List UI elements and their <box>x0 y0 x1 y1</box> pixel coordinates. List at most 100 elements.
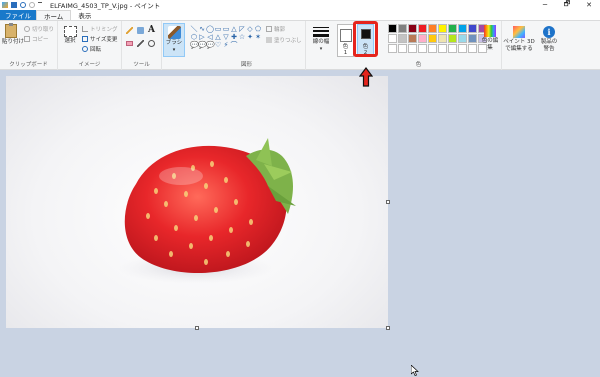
shape-item[interactable]: ◸ <box>238 25 246 33</box>
palette-swatch[interactable] <box>418 24 427 33</box>
shape-item[interactable]: ▭ <box>214 25 222 33</box>
product-alert-button[interactable]: i 製品の 警告 <box>536 26 562 53</box>
shape-item[interactable] <box>246 41 254 49</box>
shape-item[interactable]: ☆ <box>238 33 246 41</box>
select-button[interactable]: 選択 <box>61 26 79 45</box>
window-title: ELFAIMG_4503_TP_V.jpg - ペイント <box>50 2 161 10</box>
select-label: 選択 <box>64 38 76 44</box>
brush-button[interactable]: ブラシ ▾ <box>163 23 185 57</box>
palette-swatch[interactable] <box>428 44 437 53</box>
resize-button[interactable]: サイズ変更 <box>82 35 117 43</box>
shape-item[interactable]: ◯ <box>206 25 214 33</box>
save-icon[interactable] <box>11 2 17 8</box>
palette-swatch[interactable] <box>398 24 407 33</box>
shape-item[interactable] <box>254 41 262 49</box>
maximize-button[interactable]: 🗗 <box>556 0 578 10</box>
shape-item[interactable]: △ <box>230 25 238 33</box>
shape-item[interactable]: ⌒ <box>230 41 238 49</box>
palette-swatch[interactable] <box>418 44 427 53</box>
close-button[interactable]: ✕ <box>578 0 600 10</box>
palette-swatch[interactable] <box>438 34 447 43</box>
shape-item[interactable]: ⬡ <box>190 33 198 41</box>
shape-item[interactable]: ✦ <box>246 33 254 41</box>
shape-item[interactable] <box>238 41 246 49</box>
shape-item[interactable]: ◁ <box>206 33 214 41</box>
drawing-canvas[interactable] <box>6 76 390 330</box>
palette-swatch[interactable] <box>398 34 407 43</box>
shape-item[interactable]: ♡ <box>214 41 222 49</box>
palette-swatch[interactable] <box>468 34 477 43</box>
palette-swatch[interactable] <box>458 34 467 43</box>
fill-button[interactable]: 塗りつぶし <box>266 36 302 44</box>
shape-item[interactable]: △ <box>214 33 222 41</box>
canvas-resize-handle-corner[interactable] <box>386 326 390 330</box>
shapes-gallery[interactable]: ＼ ∿ ◯ ▭ ▭ △ ◸ ◇ ⬠ ⬡ ▷ ◁ △ ▽ ✚ ☆ ✦ ✶ 💬 💬 💬 ♡ ⚡ ⌒ <box>190 25 262 51</box>
title-bar: ELFAIMG_4503_TP_V.jpg - ペイント ─ 🗗 ✕ <box>0 0 600 10</box>
eraser-icon[interactable] <box>126 41 133 46</box>
palette-swatch[interactable] <box>408 24 417 33</box>
edit-colors-button[interactable]: 色の編集 <box>480 25 500 52</box>
palette-swatch[interactable] <box>408 44 417 53</box>
shape-item[interactable]: ⬠ <box>254 25 262 33</box>
canvas-resize-handle-bottom[interactable] <box>195 326 199 330</box>
shape-item[interactable]: ✶ <box>254 33 262 41</box>
shape-item[interactable]: ▭ <box>222 25 230 33</box>
shape-item[interactable]: ＼ <box>190 25 198 33</box>
color1-button[interactable]: 色 1 <box>337 24 354 57</box>
palette-swatch[interactable] <box>388 24 397 33</box>
palette-swatch[interactable] <box>388 44 397 53</box>
palette-swatch[interactable] <box>448 34 457 43</box>
outline-label: 輪郭 <box>274 27 286 33</box>
palette-swatch[interactable] <box>428 24 437 33</box>
undo-icon[interactable] <box>20 2 26 8</box>
copy-button[interactable]: コピー <box>24 35 49 43</box>
customize-quick-access-icon[interactable] <box>38 2 42 8</box>
size-button[interactable]: 線の幅 ▾ <box>307 25 335 52</box>
tab-home[interactable]: ホーム <box>36 10 72 21</box>
paste-button[interactable]: 貼り付け <box>2 23 24 46</box>
outline-button[interactable]: 輪郭 <box>266 25 285 33</box>
shape-item[interactable]: ⚡ <box>222 41 230 49</box>
shape-item[interactable]: 💬 <box>206 41 215 49</box>
magnifier-icon[interactable] <box>148 40 155 47</box>
shapes-group: ＼ ∿ ◯ ▭ ▭ △ ◸ ◇ ⬠ ⬡ ▷ ◁ △ ▽ ✚ ☆ ✦ ✶ 💬 💬 💬 ♡ ⚡ ⌒ 輪郭 塗りつぶし 図形 <box>188 21 306 70</box>
tab-view[interactable]: 表示 <box>71 10 98 20</box>
shape-item[interactable]: ◇ <box>246 25 254 33</box>
tab-file[interactable]: ファイル <box>0 10 36 20</box>
palette-swatch[interactable] <box>458 44 467 53</box>
paint-app-icon[interactable] <box>2 2 8 8</box>
palette-swatch[interactable] <box>418 34 427 43</box>
palette-swatch[interactable] <box>428 34 437 43</box>
mouse-cursor-icon <box>411 365 419 376</box>
shape-item[interactable]: ▷ <box>198 33 206 41</box>
color-picker-icon[interactable] <box>137 40 144 47</box>
red-arrow-up-icon <box>359 67 373 87</box>
edit-with-paint3d-button[interactable]: ペイント 3D で編集する <box>502 26 536 53</box>
pencil-icon[interactable] <box>126 27 133 34</box>
palette-swatch[interactable] <box>438 24 447 33</box>
palette-swatch[interactable] <box>458 24 467 33</box>
palette-swatch[interactable] <box>448 24 457 33</box>
shape-item[interactable]: ▽ <box>222 33 230 41</box>
tools-group: A ツール <box>122 21 162 70</box>
palette-swatch[interactable] <box>398 44 407 53</box>
redo-icon[interactable] <box>29 2 35 8</box>
canvas-resize-handle-right[interactable] <box>386 200 390 204</box>
minimize-button[interactable]: ─ <box>534 0 556 10</box>
palette-swatch[interactable] <box>468 24 477 33</box>
palette-swatch[interactable] <box>408 34 417 43</box>
fill-bucket-icon[interactable] <box>137 27 144 34</box>
shape-item[interactable]: ∿ <box>198 25 206 33</box>
rotate-button[interactable]: 回転 <box>82 45 101 53</box>
palette-swatch[interactable] <box>388 34 397 43</box>
palette-swatch[interactable] <box>468 44 477 53</box>
cut-button[interactable]: 切り取り <box>24 25 54 33</box>
shape-item[interactable]: 💬 <box>198 41 207 49</box>
shape-item[interactable]: ✚ <box>230 33 238 41</box>
crop-button[interactable]: トリミング <box>82 25 118 33</box>
shape-item[interactable]: 💬 <box>190 41 199 49</box>
text-tool-icon[interactable]: A <box>148 25 155 35</box>
brush-label: ブラシ <box>165 40 183 46</box>
palette-swatch[interactable] <box>438 44 447 53</box>
palette-swatch[interactable] <box>448 44 457 53</box>
